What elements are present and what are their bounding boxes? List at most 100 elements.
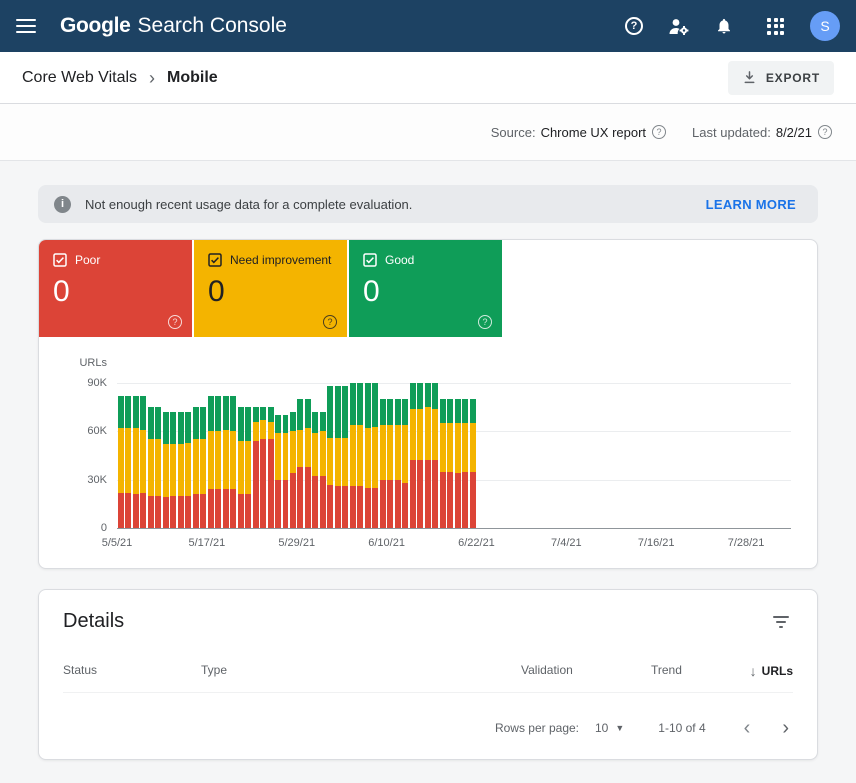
column-header-urls[interactable]: ↓ URLs	[750, 663, 793, 679]
stacked-bar	[357, 383, 363, 528]
x-tick-label: 5/17/21	[189, 537, 226, 549]
apps-grid-icon[interactable]	[767, 18, 784, 35]
user-settings-icon[interactable]	[667, 16, 691, 36]
stacked-bar	[133, 383, 139, 528]
stacked-bar	[200, 383, 206, 528]
last-updated-help-icon[interactable]: ?	[818, 125, 832, 139]
pagination: Rows per page: 10 ▼ 1-10 of 4 ‹ ›	[63, 711, 793, 745]
stacked-bar	[260, 383, 266, 528]
avatar[interactable]: S	[810, 11, 840, 41]
stacked-bar	[170, 383, 176, 528]
rows-per-page-label: Rows per page:	[495, 721, 579, 735]
stacked-bar	[185, 383, 191, 528]
chart-plot: URLs 90K60K30K05/5/215/17/215/29/216/10/…	[117, 383, 791, 528]
stacked-bar	[238, 383, 244, 528]
page-content: i Not enough recent usage data for a com…	[0, 161, 856, 760]
details-title: Details	[63, 610, 124, 633]
column-header-validation: Validation	[521, 663, 651, 679]
stacked-bar	[372, 383, 378, 528]
stacked-bar	[223, 383, 229, 528]
breadcrumb-core-web-vitals[interactable]: Core Web Vitals	[22, 69, 137, 87]
stacked-bar	[230, 383, 236, 528]
details-card: Details Status Type Validation Trend ↓ U…	[38, 589, 818, 760]
tile-help-icon[interactable]: ?	[478, 315, 492, 329]
stacked-bar	[215, 383, 221, 528]
export-button-label: EXPORT	[766, 71, 820, 85]
stacked-bar	[342, 383, 348, 528]
stacked-bar	[410, 383, 416, 528]
logo-google-text: Google	[60, 14, 131, 38]
stacked-bar	[163, 383, 169, 528]
sort-descending-icon: ↓	[750, 663, 757, 679]
y-axis-label: URLs	[79, 357, 107, 369]
stacked-bar	[320, 383, 326, 528]
export-button[interactable]: EXPORT	[728, 61, 834, 95]
hamburger-menu-icon[interactable]	[16, 19, 36, 33]
tile-label: Good	[385, 253, 414, 267]
tile-help-icon[interactable]: ?	[323, 315, 337, 329]
dropdown-caret-icon: ▼	[615, 723, 624, 733]
column-header-type: Type	[201, 663, 521, 679]
stacked-bar	[327, 383, 333, 528]
stacked-bar	[470, 383, 476, 528]
tile-poor[interactable]: Poor 0 ?	[39, 240, 192, 337]
tile-help-icon[interactable]: ?	[168, 315, 182, 329]
gridline	[117, 528, 791, 529]
stacked-bar	[447, 383, 453, 528]
last-updated-value: 8/2/21	[776, 125, 812, 140]
stacked-bar	[455, 383, 461, 528]
stacked-bar	[245, 383, 251, 528]
checkbox-checked-icon	[363, 253, 377, 267]
tile-value: 0	[363, 275, 488, 309]
stacked-bar	[275, 383, 281, 528]
stacked-bar	[155, 383, 161, 528]
stacked-bar	[462, 383, 468, 528]
stacked-bar	[312, 383, 318, 528]
tile-need-improvement[interactable]: Need improvement 0 ?	[194, 240, 347, 337]
x-tick-label: 5/29/21	[278, 537, 315, 549]
y-tick-label: 90K	[87, 377, 107, 389]
app-logo: Google Search Console	[60, 14, 287, 38]
avatar-initial: S	[820, 18, 829, 34]
last-updated-label: Last updated:	[692, 125, 771, 140]
stacked-bar	[283, 383, 289, 528]
details-table-header: Status Type Validation Trend ↓ URLs	[63, 663, 793, 693]
x-tick-label: 7/16/21	[638, 537, 675, 549]
page-title: Mobile	[167, 69, 218, 87]
y-tick-label: 0	[101, 522, 107, 534]
stacked-bar	[380, 383, 386, 528]
tile-value: 0	[208, 275, 333, 309]
x-tick-label: 7/28/21	[728, 537, 765, 549]
learn-more-link[interactable]: LEARN MORE	[706, 197, 796, 212]
stacked-bar	[305, 383, 311, 528]
stacked-bar	[253, 383, 259, 528]
source-label: Source:	[491, 125, 536, 140]
stacked-bar	[268, 383, 274, 528]
next-page-button[interactable]: ›	[778, 718, 793, 738]
help-icon[interactable]: ?	[625, 17, 643, 35]
checkbox-checked-icon	[53, 253, 67, 267]
previous-page-button[interactable]: ‹	[740, 718, 755, 738]
source-help-icon[interactable]: ?	[652, 125, 666, 139]
filter-icon[interactable]	[769, 612, 793, 632]
stacked-bar	[387, 383, 393, 528]
stacked-bar	[193, 383, 199, 528]
stacked-bar	[290, 383, 296, 528]
info-banner: i Not enough recent usage data for a com…	[38, 185, 818, 223]
stacked-bar	[118, 383, 124, 528]
notifications-bell-icon[interactable]	[715, 16, 733, 36]
stacked-bar	[417, 383, 423, 528]
info-icon: i	[54, 196, 71, 213]
stacked-bar	[178, 383, 184, 528]
stacked-bar	[297, 383, 303, 528]
rows-per-page-select[interactable]: 10 ▼	[595, 721, 624, 735]
core-web-vitals-chart-card: Poor 0 ? Need improvement 0 ?	[38, 239, 818, 569]
stacked-bar	[148, 383, 154, 528]
stacked-bar	[335, 383, 341, 528]
tile-good[interactable]: Good 0 ?	[349, 240, 502, 337]
report-meta-bar: Source: Chrome UX report ? Last updated:…	[0, 104, 856, 161]
y-tick-label: 60K	[87, 425, 107, 437]
stacked-bar	[440, 383, 446, 528]
chevron-right-icon: ›	[149, 69, 155, 87]
logo-product-text: Search Console	[138, 14, 287, 38]
